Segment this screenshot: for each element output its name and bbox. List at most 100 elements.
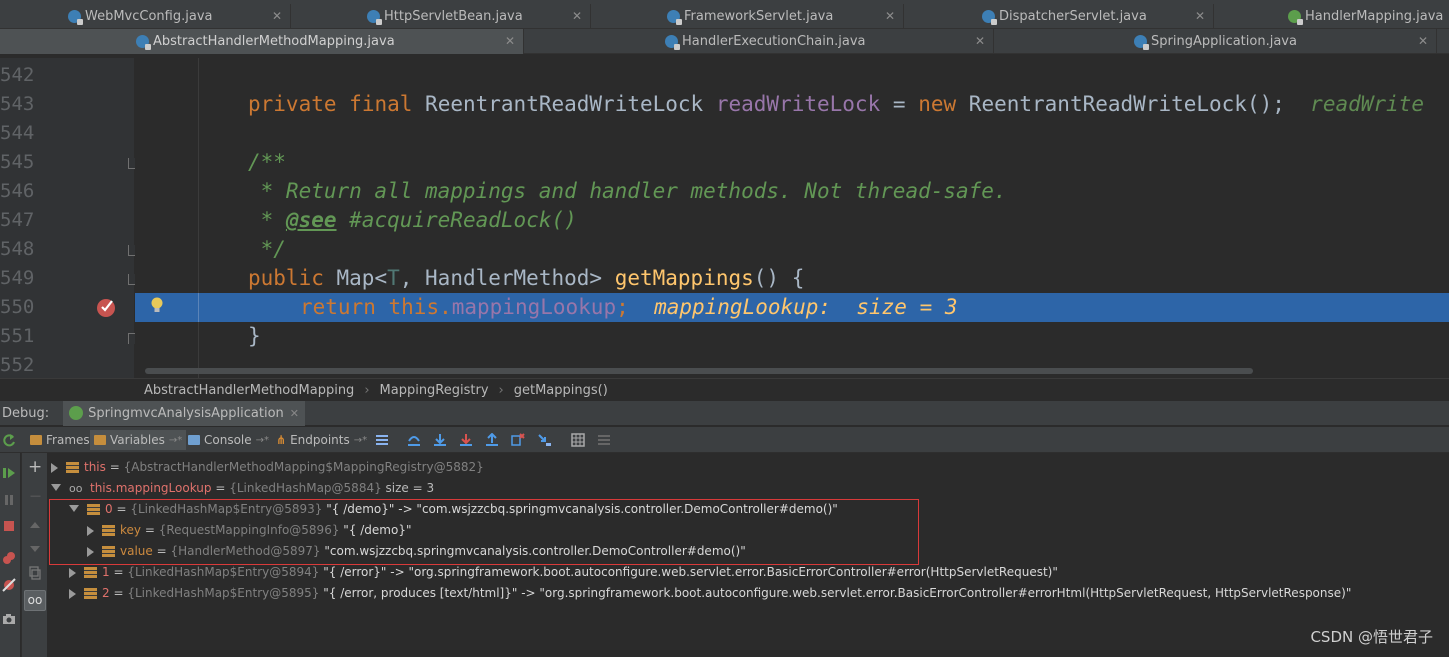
pin-icon[interactable]: →* xyxy=(354,435,367,446)
expand-icon[interactable] xyxy=(69,588,76,599)
breakpoint-icon[interactable] xyxy=(95,296,117,318)
highlight-annotation-box xyxy=(49,499,919,565)
drop-frame-icon[interactable] xyxy=(511,433,525,447)
tab-dispatcherservlet[interactable]: DispatcherServlet.java ✕ xyxy=(904,4,1214,29)
add-watch-icon[interactable]: + xyxy=(28,459,42,476)
tab-handlermapping[interactable]: HandlerMapping.java xyxy=(1214,4,1449,29)
title-strip xyxy=(0,0,1449,4)
editor-tab-row-1: WebMvcConfig.java ✕ HttpServletBean.java ✕… xyxy=(0,4,1449,29)
variable-row[interactable]: oo this.mappingLookup = {LinkedHashMap@58… xyxy=(51,478,434,499)
line-number: 542 xyxy=(0,64,35,86)
view-breakpoints-icon[interactable] xyxy=(2,551,16,565)
variable-row[interactable]: 2 = {LinkedHashMap$Entry@5895} "{ /error… xyxy=(69,583,1351,604)
pin-icon[interactable]: →* xyxy=(169,435,182,446)
code-line-546: * Return all mappings and handler method… xyxy=(248,179,1007,203)
pin-icon[interactable]: →* xyxy=(256,435,269,446)
line-number: 543 xyxy=(0,93,35,115)
resume-icon[interactable] xyxy=(2,466,16,480)
close-icon[interactable]: ✕ xyxy=(885,9,895,23)
close-icon[interactable]: ✕ xyxy=(1195,9,1205,23)
move-up-icon[interactable] xyxy=(28,518,42,532)
close-icon[interactable]: ✕ xyxy=(975,34,985,48)
show-execution-point-icon[interactable] xyxy=(375,433,389,447)
move-down-icon[interactable] xyxy=(28,542,42,556)
chevron-right-icon: › xyxy=(364,382,370,398)
camera-icon[interactable] xyxy=(2,612,16,626)
tab-httpservletbean[interactable]: HttpServletBean.java ✕ xyxy=(291,4,591,29)
field-icon xyxy=(84,567,97,578)
tab-abstracthandlermethodmapping[interactable]: AbstractHandlerMethodMapping.java ✕ xyxy=(0,29,524,54)
code-editor[interactable]: private final ReentrantReadWriteLock rea… xyxy=(135,58,1449,378)
breadcrumb: AbstractHandlerMethodMapping › MappingReg… xyxy=(0,378,1449,401)
editor-tab-row-2: AbstractHandlerMethodMapping.java ✕ Handl… xyxy=(0,29,1449,54)
code-line-545: /** xyxy=(248,150,286,174)
console-icon xyxy=(188,435,200,445)
line-number: 548 xyxy=(0,238,35,260)
code-line-550: return this.mappingLookup; mappingLookup… xyxy=(300,295,958,319)
lightbulb-icon[interactable] xyxy=(150,296,164,314)
variables-side-controls: + — oo xyxy=(21,453,47,657)
debug-label: Debug: xyxy=(2,405,50,421)
expand-icon[interactable] xyxy=(69,567,76,578)
breadcrumb-item[interactable]: getMappings() xyxy=(514,383,608,398)
code-line-549: public Map<T, HandlerMethod> getMappings… xyxy=(248,266,805,290)
line-number: 549 xyxy=(0,267,35,289)
step-into-icon[interactable] xyxy=(433,433,447,447)
pause-icon[interactable] xyxy=(2,493,16,507)
line-number-gutter[interactable]: 542 543 544 545 546 547 548 549 550 551 … xyxy=(0,58,142,378)
java-class-icon xyxy=(1134,35,1149,50)
stop-icon[interactable] xyxy=(2,519,16,533)
mute-breakpoints-icon[interactable] xyxy=(2,578,16,592)
line-number: 546 xyxy=(0,180,35,202)
tab-frames[interactable]: Frames xyxy=(26,430,94,450)
field-icon xyxy=(66,462,79,473)
remove-watch-icon[interactable]: — xyxy=(30,489,41,502)
debug-toolbar: Frames Variables →* Console →* ⋔ Endpoints →… xyxy=(0,427,1449,453)
java-class-icon xyxy=(136,35,151,50)
run-to-cursor-icon[interactable] xyxy=(538,433,552,447)
line-number: 551 xyxy=(0,325,35,347)
debug-side-controls xyxy=(0,453,20,657)
collapse-icon[interactable] xyxy=(51,484,61,491)
tab-variables[interactable]: Variables →* xyxy=(90,430,187,450)
debug-session-tab[interactable]: SpringmvcAnalysisApplication ✕ xyxy=(63,400,306,426)
java-class-icon xyxy=(367,10,382,25)
variable-row[interactable]: 1 = {LinkedHashMap$Entry@5894} "{ /error… xyxy=(69,562,1058,583)
watermark: CSDN @悟世君子 xyxy=(1310,628,1433,646)
close-icon[interactable]: ✕ xyxy=(290,407,299,420)
code-overflow-fragment xyxy=(1421,43,1449,58)
endpoints-icon: ⋔ xyxy=(276,433,287,447)
tab-endpoints[interactable]: ⋔ Endpoints →* xyxy=(272,430,371,450)
line-number: 552 xyxy=(0,354,35,376)
close-icon[interactable]: ✕ xyxy=(505,34,515,48)
trace-stream-icon[interactable] xyxy=(597,433,611,447)
variables-icon xyxy=(94,435,106,445)
breadcrumb-item[interactable]: AbstractHandlerMethodMapping xyxy=(144,383,354,398)
field-icon xyxy=(84,588,97,599)
breadcrumb-item[interactable]: MappingRegistry xyxy=(380,383,489,398)
evaluate-expression-icon[interactable] xyxy=(571,433,585,447)
chevron-right-icon: › xyxy=(498,382,504,398)
rerun-icon[interactable] xyxy=(2,433,16,447)
force-step-into-icon[interactable] xyxy=(459,433,473,447)
watch-icon: oo xyxy=(69,482,83,495)
tab-webmvcconfig[interactable]: WebMvcConfig.java ✕ xyxy=(62,4,291,29)
close-icon[interactable]: ✕ xyxy=(272,9,282,23)
show-watches-toggle-icon[interactable]: oo xyxy=(24,590,46,611)
java-class-icon xyxy=(982,10,997,25)
line-number: 544 xyxy=(0,122,35,144)
close-icon[interactable]: ✕ xyxy=(572,9,582,23)
tab-frameworkservlet[interactable]: FrameworkServlet.java ✕ xyxy=(591,4,904,29)
expand-icon[interactable] xyxy=(51,462,58,473)
tab-handlerexecutionchain[interactable]: HandlerExecutionChain.java ✕ xyxy=(524,29,994,54)
line-number: 547 xyxy=(0,209,35,231)
step-out-icon[interactable] xyxy=(485,433,499,447)
copy-icon[interactable] xyxy=(28,566,42,580)
ide-window: { "tabs_row1": [ {"label": "WebMvcConfig… xyxy=(0,0,1449,657)
step-over-icon[interactable] xyxy=(407,433,421,447)
tab-springapplication[interactable]: SpringApplication.java ✕ xyxy=(994,29,1437,54)
variable-row[interactable]: this = {AbstractHandlerMethodMapping$Map… xyxy=(51,457,484,478)
tab-console[interactable]: Console →* xyxy=(184,430,273,450)
indent-guide xyxy=(198,58,199,378)
horizontal-scrollbar[interactable] xyxy=(145,368,1253,374)
